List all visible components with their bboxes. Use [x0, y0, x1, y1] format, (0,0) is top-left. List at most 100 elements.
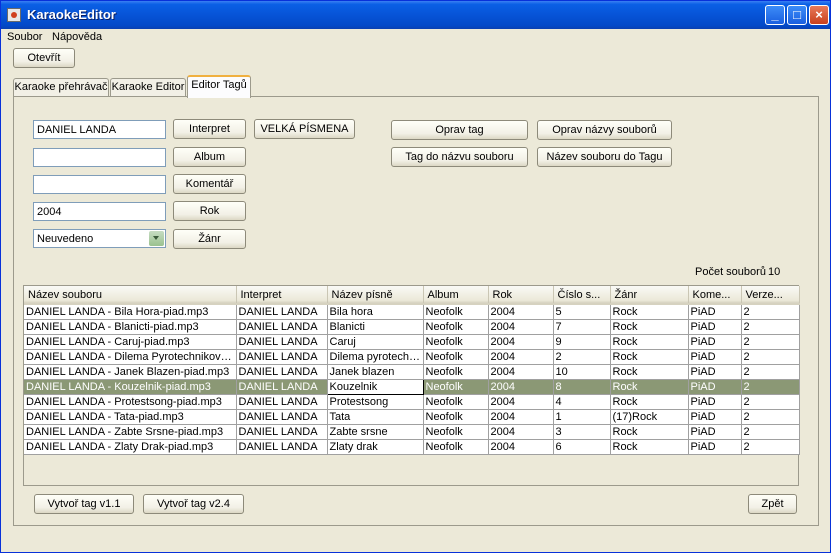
table-cell[interactable]: Neofolk: [423, 409, 489, 425]
table-cell[interactable]: DANIEL LANDA - Zlaty Drak-piad.mp3: [24, 439, 237, 455]
table-row[interactable]: DANIEL LANDA - Tata-piad.mp3 DANIEL LANDA…: [24, 409, 800, 425]
table-cell[interactable]: Tata: [327, 409, 424, 425]
column-header[interactable]: Název souboru: [24, 286, 237, 305]
tag-to-filename-button[interactable]: Tag do názvu souboru: [391, 147, 528, 167]
table-cell[interactable]: Rock: [610, 424, 689, 440]
table-cell[interactable]: Caruj: [327, 334, 424, 350]
table-cell[interactable]: 2: [741, 334, 800, 350]
column-header[interactable]: Album: [423, 286, 489, 305]
table-cell[interactable]: 2004: [488, 379, 554, 395]
table-cell[interactable]: DANIEL LANDA - Protestsong-piad.mp3: [24, 394, 237, 410]
table-cell[interactable]: Rock: [610, 439, 689, 455]
table-row[interactable]: DANIEL LANDA - Dilema Pyrotechnikovo-pia…: [24, 349, 800, 365]
table-cell[interactable]: Neofolk: [423, 319, 489, 335]
table-cell[interactable]: DANIEL LANDA: [236, 394, 328, 410]
table-cell[interactable]: Neofolk: [423, 424, 489, 440]
table-cell[interactable]: 2: [741, 424, 800, 440]
table-cell[interactable]: DANIEL LANDA - Janek Blazen-piad.mp3: [24, 364, 237, 380]
table-cell[interactable]: Neofolk: [423, 364, 489, 380]
maximize-button[interactable]: □: [787, 5, 807, 25]
create-tag-v24-button[interactable]: Vytvoř tag v2.4: [143, 494, 244, 514]
table-row[interactable]: DANIEL LANDA - Zabte Srsne-piad.mp3 DANIE…: [24, 424, 800, 440]
table-cell[interactable]: 2: [741, 304, 800, 320]
year-field[interactable]: 2004: [33, 202, 166, 221]
table-cell[interactable]: Neofolk: [423, 304, 489, 320]
table-cell[interactable]: Neofolk: [423, 349, 489, 365]
table-cell[interactable]: Rock: [610, 379, 689, 395]
table-cell[interactable]: 2004: [488, 439, 554, 455]
table-cell[interactable]: Blanicti: [327, 319, 424, 335]
fix-filenames-button[interactable]: Oprav názvy souborů: [537, 120, 672, 140]
table-cell[interactable]: 2004: [488, 394, 554, 410]
table-cell[interactable]: 2: [741, 364, 800, 380]
column-header[interactable]: Kome...: [688, 286, 742, 305]
table-row[interactable]: DANIEL LANDA - Kouzelnik-piad.mp3 DANIEL …: [24, 379, 800, 395]
table-cell[interactable]: Neofolk: [423, 439, 489, 455]
table-cell[interactable]: Rock: [610, 319, 689, 335]
table-cell[interactable]: PiAD: [688, 424, 742, 440]
table-cell[interactable]: DANIEL LANDA - Bila Hora-piad.mp3: [24, 304, 237, 320]
column-header[interactable]: Verze...: [741, 286, 800, 305]
table-cell[interactable]: PiAD: [688, 334, 742, 350]
table-cell[interactable]: PiAD: [688, 364, 742, 380]
table-cell[interactable]: DANIEL LANDA: [236, 379, 328, 395]
table-cell[interactable]: DANIEL LANDA - Caruj-piad.mp3: [24, 334, 237, 350]
tab-karaoke-editor[interactable]: Karaoke Editor: [110, 78, 186, 97]
table-cell[interactable]: 2004: [488, 349, 554, 365]
column-header[interactable]: Rok: [488, 286, 554, 305]
filename-to-tag-button[interactable]: Název souboru do Tagu: [537, 147, 672, 167]
table-cell[interactable]: Protestsong: [327, 394, 424, 410]
comment-button[interactable]: Komentář: [173, 174, 246, 194]
close-button[interactable]: ×: [809, 5, 829, 25]
table-cell[interactable]: 2004: [488, 409, 554, 425]
uppercase-button[interactable]: VELKÁ PÍSMENA: [254, 119, 355, 139]
table-cell[interactable]: 2: [741, 379, 800, 395]
table-row[interactable]: DANIEL LANDA - Zlaty Drak-piad.mp3 DANIEL…: [24, 439, 800, 455]
year-button[interactable]: Rok: [173, 201, 246, 221]
table-cell[interactable]: Neofolk: [423, 379, 489, 395]
table-cell[interactable]: Rock: [610, 364, 689, 380]
table-cell[interactable]: DANIEL LANDA: [236, 409, 328, 425]
table-cell[interactable]: DANIEL LANDA: [236, 304, 328, 320]
table-cell[interactable]: 2: [741, 349, 800, 365]
table-cell[interactable]: PiAD: [688, 304, 742, 320]
create-tag-v11-button[interactable]: Vytvoř tag v1.1: [34, 494, 134, 514]
table-cell[interactable]: 2004: [488, 364, 554, 380]
table-cell[interactable]: 2004: [488, 304, 554, 320]
table-row[interactable]: DANIEL LANDA - Caruj-piad.mp3 DANIEL LAND…: [24, 334, 800, 350]
table-cell[interactable]: DANIEL LANDA - Zabte Srsne-piad.mp3: [24, 424, 237, 440]
album-button[interactable]: Album: [173, 147, 246, 167]
title-bar[interactable]: KaraokeEditor _ □ ×: [1, 1, 830, 29]
table-cell[interactable]: PiAD: [688, 439, 742, 455]
genre-button[interactable]: Žánr: [173, 229, 246, 249]
table-cell[interactable]: PiAD: [688, 349, 742, 365]
table-row[interactable]: DANIEL LANDA - Janek Blazen-piad.mp3 DANI…: [24, 364, 800, 380]
chevron-down-icon[interactable]: [149, 231, 164, 246]
table-cell[interactable]: 6: [553, 439, 611, 455]
table-cell[interactable]: Janek blazen: [327, 364, 424, 380]
table-cell[interactable]: 5: [553, 304, 611, 320]
table-cell[interactable]: 10: [553, 364, 611, 380]
table-cell[interactable]: 4: [553, 394, 611, 410]
menu-napoveda[interactable]: Nápověda: [52, 31, 102, 43]
table-cell[interactable]: 2004: [488, 334, 554, 350]
table-cell[interactable]: PiAD: [688, 319, 742, 335]
table-cell[interactable]: PiAD: [688, 394, 742, 410]
interpret-field[interactable]: DANIEL LANDA: [33, 120, 166, 139]
minimize-button[interactable]: _: [765, 5, 785, 25]
table-cell[interactable]: 9: [553, 334, 611, 350]
table-cell[interactable]: Bila hora: [327, 304, 424, 320]
table-cell[interactable]: 2: [741, 409, 800, 425]
table-cell[interactable]: Neofolk: [423, 334, 489, 350]
table-row[interactable]: DANIEL LANDA - Protestsong-piad.mp3 DANIE…: [24, 394, 800, 410]
table-cell[interactable]: (17)Rock: [610, 409, 689, 425]
table-cell[interactable]: Neofolk: [423, 394, 489, 410]
table-cell[interactable]: 2: [741, 439, 800, 455]
table-cell[interactable]: Zlaty drak: [327, 439, 424, 455]
table-cell[interactable]: Rock: [610, 349, 689, 365]
table-cell[interactable]: 2: [741, 394, 800, 410]
table-cell[interactable]: DANIEL LANDA: [236, 364, 328, 380]
table-cell[interactable]: Rock: [610, 394, 689, 410]
table-cell[interactable]: DANIEL LANDA - Tata-piad.mp3: [24, 409, 237, 425]
table-cell[interactable]: DANIEL LANDA - Kouzelnik-piad.mp3: [24, 379, 237, 395]
